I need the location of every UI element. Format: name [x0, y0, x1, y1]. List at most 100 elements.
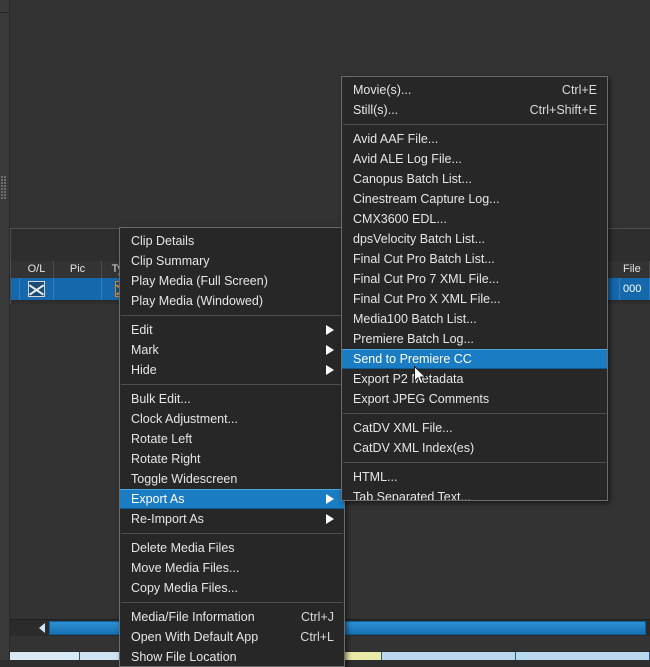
- menu-item[interactable]: Final Cut Pro Batch List...: [342, 249, 607, 269]
- menu-separator: [121, 315, 343, 316]
- menu-item[interactable]: Toggle Widescreen: [120, 469, 344, 489]
- timeline-segment[interactable]: [382, 652, 516, 660]
- menu-item[interactable]: Final Cut Pro X XML File...: [342, 289, 607, 309]
- x-overlay-icon: [28, 281, 45, 297]
- chevron-right-icon: [326, 325, 334, 335]
- menu-item-label: CMX3600 EDL...: [353, 209, 597, 229]
- menu-item-label: CatDV XML Index(es): [353, 438, 597, 458]
- menu-item-label: Final Cut Pro X XML File...: [353, 289, 597, 309]
- menu-item[interactable]: HTML...: [342, 467, 607, 487]
- menu-item[interactable]: Cinestream Capture Log...: [342, 189, 607, 209]
- menu-item[interactable]: CatDV XML File...: [342, 418, 607, 438]
- table-column-header[interactable]: File: [620, 261, 650, 278]
- menu-item-label: dpsVelocity Batch List...: [353, 229, 597, 249]
- menu-item[interactable]: dpsVelocity Batch List...: [342, 229, 607, 249]
- menu-item[interactable]: Avid AAF File...: [342, 129, 607, 149]
- menu-item[interactable]: Export JPEG Comments: [342, 389, 607, 409]
- menu-item[interactable]: Clock Adjustment...: [120, 409, 344, 429]
- left-gutter: [0, 0, 10, 660]
- menu-item-label: Rotate Left: [131, 429, 334, 449]
- menu-item[interactable]: Copy Media Files...: [120, 578, 344, 598]
- table-cell[interactable]: [54, 278, 102, 300]
- menu-item[interactable]: Hide: [120, 360, 344, 380]
- menu-item[interactable]: Still(s)...Ctrl+Shift+E: [342, 100, 607, 120]
- menu-item[interactable]: Final Cut Pro 7 XML File...: [342, 269, 607, 289]
- menu-item-label: Export As: [131, 489, 314, 509]
- panel-splitter-handle[interactable]: [1, 176, 7, 200]
- export-as-submenu[interactable]: Movie(s)...Ctrl+EStill(s)...Ctrl+Shift+E…: [341, 76, 608, 501]
- menu-item[interactable]: Rotate Left: [120, 429, 344, 449]
- menu-item-label: Show File Location: [131, 647, 334, 667]
- menu-separator: [121, 533, 343, 534]
- menu-item[interactable]: Canopus Batch List...: [342, 169, 607, 189]
- menu-item[interactable]: Re-Import As: [120, 509, 344, 529]
- triangle-left-icon[interactable]: [34, 621, 49, 635]
- menu-item[interactable]: Send to Premiere CC: [342, 349, 607, 369]
- menu-item[interactable]: Export As: [120, 489, 344, 509]
- menu-item-label: Final Cut Pro 7 XML File...: [353, 269, 597, 289]
- timeline-segment[interactable]: [10, 652, 80, 660]
- menu-item-label: Export JPEG Comments: [353, 389, 597, 409]
- menu-separator: [121, 384, 343, 385]
- menu-item[interactable]: Media/File InformationCtrl+J: [120, 607, 344, 627]
- menu-item[interactable]: Edit: [120, 320, 344, 340]
- menu-item[interactable]: Move Media Files...: [120, 558, 344, 578]
- menu-item-label: Final Cut Pro Batch List...: [353, 249, 597, 269]
- menu-item-label: Play Media (Windowed): [131, 291, 334, 311]
- chevron-right-icon: [326, 365, 334, 375]
- menu-item[interactable]: Play Media (Windowed): [120, 291, 344, 311]
- menu-item-shortcut: Ctrl+L: [282, 627, 334, 647]
- menu-item-label: Premiere Batch Log...: [353, 329, 597, 349]
- clip-context-menu[interactable]: Clip DetailsClip SummaryPlay Media (Full…: [119, 227, 345, 667]
- menu-item-shortcut: Ctrl+J: [283, 607, 334, 627]
- menu-separator: [343, 462, 606, 463]
- table-column-header[interactable]: O/L: [20, 261, 54, 278]
- menu-item[interactable]: Play Media (Full Screen): [120, 271, 344, 291]
- menu-item[interactable]: Movie(s)...Ctrl+E: [342, 80, 607, 100]
- table-cell[interactable]: 000: [620, 278, 650, 300]
- chevron-right-icon: [326, 345, 334, 355]
- menu-item[interactable]: Open With Default AppCtrl+L: [120, 627, 344, 647]
- menu-item[interactable]: Show File Location: [120, 647, 344, 667]
- menu-item-shortcut: Ctrl+Shift+E: [512, 100, 597, 120]
- menu-item-label: CatDV XML File...: [353, 418, 597, 438]
- menu-item-label: HTML...: [353, 467, 597, 487]
- menu-item[interactable]: Tab Separated Text...: [342, 487, 607, 501]
- menu-item[interactable]: Clip Summary: [120, 251, 344, 271]
- menu-item-label: Still(s)...: [353, 100, 512, 120]
- menu-separator: [121, 602, 343, 603]
- menu-item[interactable]: Mark: [120, 340, 344, 360]
- menu-item-label: Delete Media Files: [131, 538, 334, 558]
- menu-item[interactable]: Premiere Batch Log...: [342, 329, 607, 349]
- menu-item-label: Export P2 Metadata: [353, 369, 597, 389]
- chevron-right-icon: [326, 494, 334, 504]
- menu-item[interactable]: CatDV XML Index(es): [342, 438, 607, 458]
- gutter-divider: [0, 12, 9, 660]
- table-row-gutter: [11, 278, 20, 300]
- menu-item-label: Toggle Widescreen: [131, 469, 334, 489]
- table-cell[interactable]: [20, 278, 54, 300]
- menu-item[interactable]: Delete Media Files: [120, 538, 344, 558]
- menu-item-label: Hide: [131, 360, 314, 380]
- menu-item-label: Tab Separated Text...: [353, 487, 597, 501]
- menu-item[interactable]: Avid ALE Log File...: [342, 149, 607, 169]
- menu-separator: [343, 124, 606, 125]
- menu-item-label: Send to Premiere CC: [353, 349, 597, 369]
- menu-item-label: Clip Summary: [131, 251, 334, 271]
- table-column-header[interactable]: Pic: [54, 261, 102, 278]
- menu-item-label: Media/File Information: [131, 607, 283, 627]
- menu-item[interactable]: Rotate Right: [120, 449, 344, 469]
- menu-separator: [343, 413, 606, 414]
- menu-item-label: Re-Import As: [131, 509, 314, 529]
- menu-item-label: Avid ALE Log File...: [353, 149, 597, 169]
- timeline-segment[interactable]: [516, 652, 650, 660]
- menu-item[interactable]: Clip Details: [120, 231, 344, 251]
- menu-item[interactable]: CMX3600 EDL...: [342, 209, 607, 229]
- menu-item-label: Avid AAF File...: [353, 129, 597, 149]
- menu-item[interactable]: Export P2 Metadata: [342, 369, 607, 389]
- menu-item[interactable]: Bulk Edit...: [120, 389, 344, 409]
- menu-item-label: Bulk Edit...: [131, 389, 334, 409]
- menu-item-label: Move Media Files...: [131, 558, 334, 578]
- menu-item[interactable]: Media100 Batch List...: [342, 309, 607, 329]
- menu-item-label: Play Media (Full Screen): [131, 271, 334, 291]
